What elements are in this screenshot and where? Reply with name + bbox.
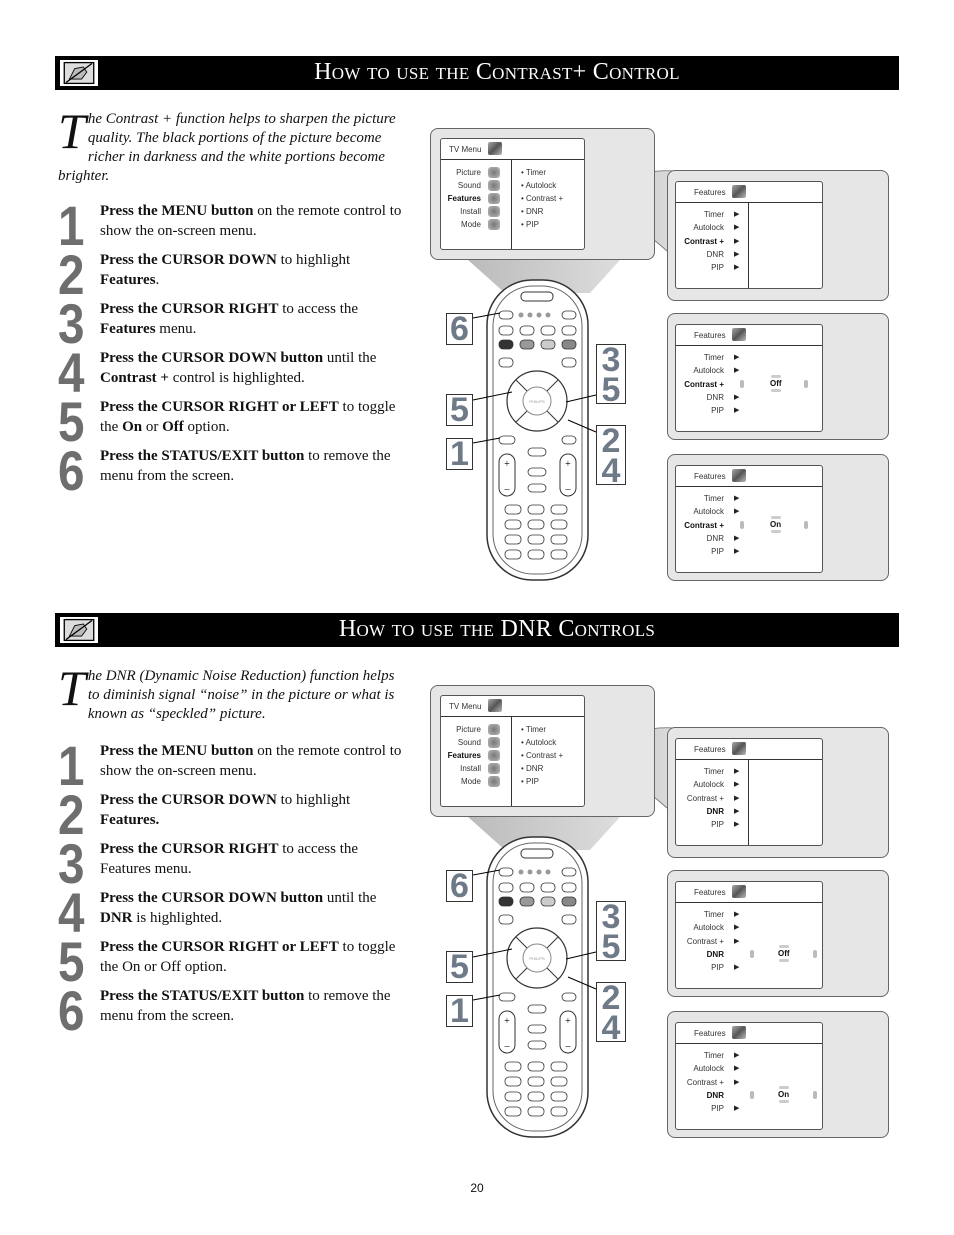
page-number: 20 [470, 1181, 484, 1195]
instruction-section: How to use the Contrast+ Control The Cont… [0, 0, 954, 581]
instruction-section: How to use the DNR Controls The DNR (Dyna… [0, 557, 954, 1138]
leader-lines [472, 312, 597, 444]
leader-lines [472, 869, 597, 1001]
